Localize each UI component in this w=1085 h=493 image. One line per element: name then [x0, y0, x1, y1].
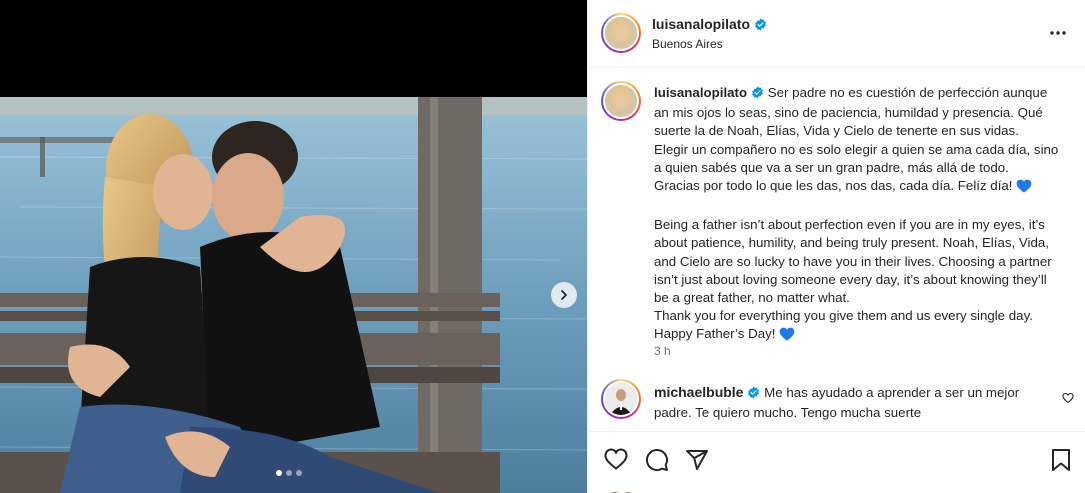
carousel-indicator: [276, 470, 302, 476]
heart-outline-icon: [604, 448, 628, 470]
heart-outline-icon: [1062, 392, 1074, 404]
comment-bubble-icon: [645, 449, 668, 472]
more-options-button[interactable]: [1049, 24, 1067, 47]
chevron-right-icon: [561, 290, 567, 300]
more-options-icon: [1050, 31, 1066, 35]
post-actions-bar: [588, 431, 1085, 485]
verified-badge-icon: [751, 86, 764, 104]
verified-badge-icon: [747, 386, 760, 404]
likes-preview-strip: [588, 485, 1085, 493]
caption-en-3: Happy Father’s Day!: [654, 326, 776, 342]
comment-item: michaelbuble Me has ayudado a aprender a…: [654, 383, 1034, 422]
author-username[interactable]: luisanalopilato: [652, 16, 750, 32]
carousel-next-button[interactable]: [551, 282, 577, 308]
caption-es-3: Gracias por todo lo que les das, nos das…: [654, 178, 1013, 194]
post-timestamp[interactable]: 3 h: [654, 344, 671, 358]
carousel-dot-3: [296, 470, 302, 476]
blue-heart-emoji-icon: [779, 327, 795, 346]
caption-en-2: Thank you for everything you give them a…: [654, 308, 1033, 324]
commenter-username[interactable]: michaelbuble: [654, 384, 743, 400]
share-button[interactable]: [685, 448, 709, 477]
comment-button[interactable]: [645, 448, 669, 477]
caption-author-avatar[interactable]: [601, 81, 641, 121]
bookmark-icon: [1052, 449, 1070, 471]
blue-heart-emoji-icon: [1016, 179, 1032, 198]
caption-es-2: Elegir un compañero no es solo elegir a …: [654, 141, 1059, 175]
post-photo: [0, 97, 587, 493]
post-caption: luisanalopilato Ser padre no es cuestión…: [654, 84, 1064, 347]
save-button[interactable]: [1050, 448, 1072, 477]
post-sidebar: luisanalopilato Buenos Aires luisanalopi…: [587, 0, 1085, 493]
paper-plane-icon: [686, 450, 708, 470]
like-button[interactable]: [604, 448, 628, 475]
comment-like-button[interactable]: [1062, 391, 1074, 409]
post-header: luisanalopilato Buenos Aires: [588, 0, 1085, 68]
author-avatar[interactable]: [601, 13, 641, 53]
carousel-dot-2: [286, 470, 292, 476]
caption-username[interactable]: luisanalopilato: [654, 85, 747, 100]
commenter-avatar[interactable]: [601, 379, 641, 419]
post-location[interactable]: Buenos Aires: [652, 37, 723, 51]
carousel-dot-1: [276, 470, 282, 476]
caption-en-1: Being a father isn’t about perfection ev…: [654, 217, 1052, 306]
post-media: [0, 0, 587, 493]
comments-scroll-area[interactable]: luisanalopilato Ser padre no es cuestión…: [588, 69, 1085, 431]
verified-badge-icon: [754, 18, 767, 36]
